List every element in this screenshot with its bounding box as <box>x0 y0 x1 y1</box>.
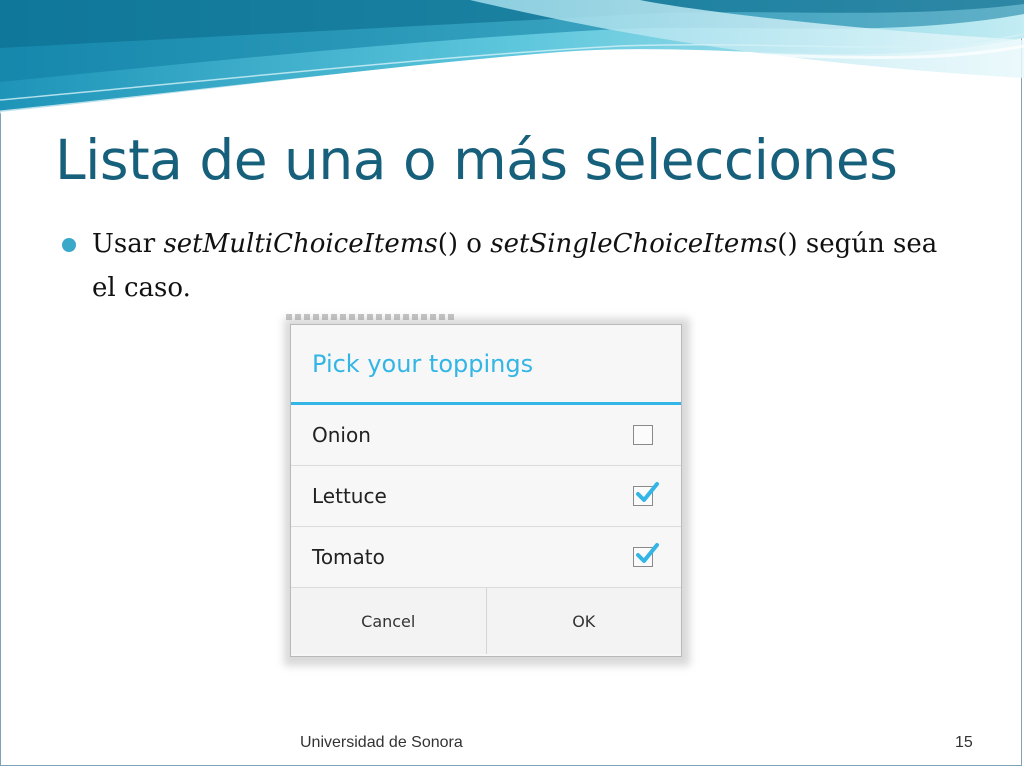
cancel-button[interactable]: Cancel <box>291 588 486 654</box>
multi-choice-dialog: Pick your toppings Onion Lettuce Tomato … <box>290 324 682 657</box>
list-item-onion[interactable]: Onion <box>291 405 681 466</box>
list-item-label: Onion <box>312 423 371 447</box>
checkbox-checked-icon[interactable] <box>633 543 659 567</box>
checkbox-checked-icon[interactable] <box>633 482 659 506</box>
method-name-multi: setMultiChoiceItems <box>163 229 438 259</box>
footer-institution: Universidad de Sonora <box>300 734 463 751</box>
slide-title: Lista de una o más selecciones <box>55 128 898 192</box>
dialog-title: Pick your toppings <box>291 325 681 405</box>
ok-button[interactable]: OK <box>485 588 681 654</box>
list-item-label: Tomato <box>312 545 385 569</box>
list-item-lettuce[interactable]: Lettuce <box>291 466 681 527</box>
cropped-caption-remnant <box>286 314 456 320</box>
page-number: 15 <box>955 734 973 751</box>
bullet-item: Usar setMultiChoiceItems() o setSingleCh… <box>62 222 962 310</box>
wave-header-decoration <box>0 0 1024 114</box>
method-name-single: setSingleChoiceItems <box>490 229 778 259</box>
dialog-actions: Cancel OK <box>291 588 681 654</box>
checkbox-empty-icon[interactable] <box>633 425 653 445</box>
bullet-dot-icon <box>62 238 76 252</box>
bullet-text: Usar setMultiChoiceItems() o setSingleCh… <box>92 229 938 303</box>
list-item-tomato[interactable]: Tomato <box>291 527 681 588</box>
list-item-label: Lettuce <box>312 484 387 508</box>
